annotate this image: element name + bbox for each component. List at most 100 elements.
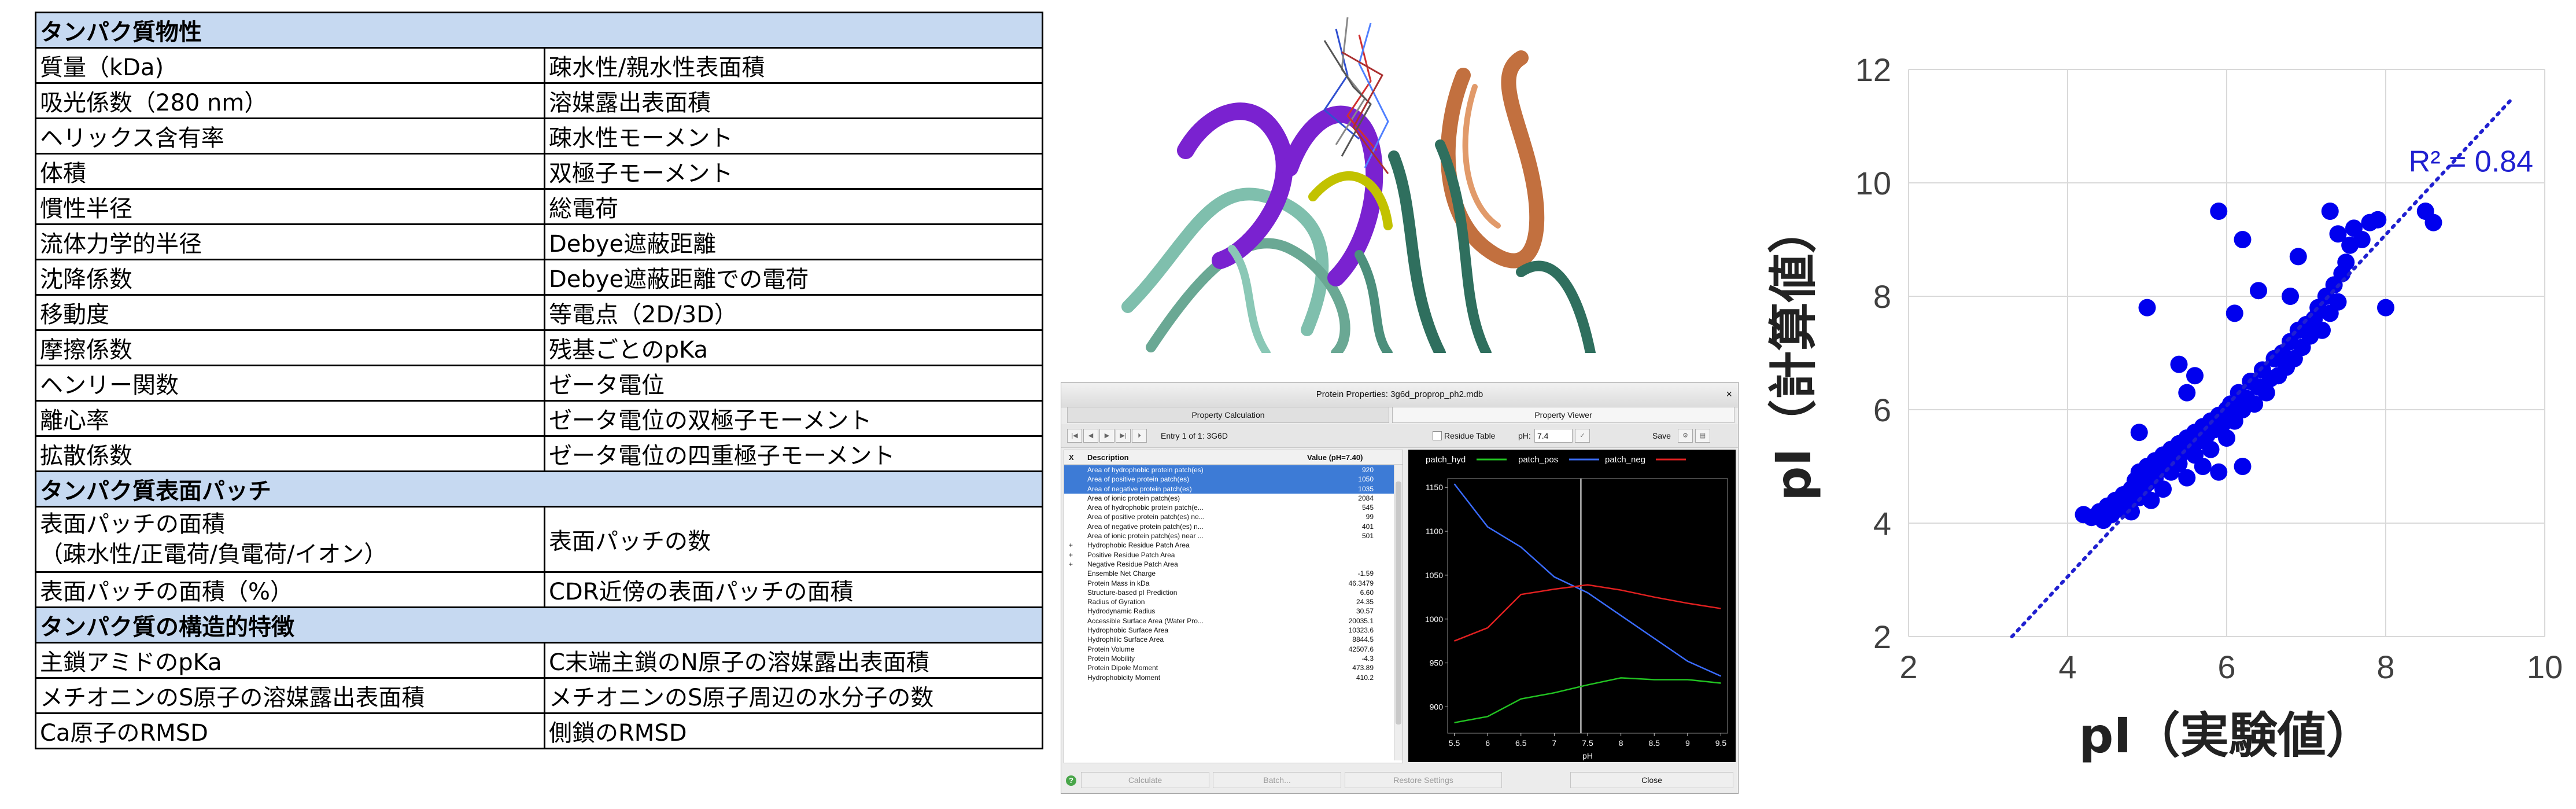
close-icon[interactable]: × [1726, 388, 1732, 400]
legend-label: patch_hyd [1426, 455, 1466, 465]
list-item[interactable]: Protein Mobility -4.3 [1064, 654, 1403, 663]
chart-background [1408, 450, 1736, 762]
checkmark-icon[interactable]: ✓ [1575, 429, 1590, 443]
item-value: 473.89 [1352, 664, 1374, 672]
item-description: Area of negative protein patch(es) n... [1087, 522, 1204, 531]
list-item[interactable]: Protein Volume 42507.6 [1064, 645, 1403, 654]
property-list: X Description Value (pH=7.40) Area of hy… [1064, 450, 1403, 763]
help-icon[interactable]: ? [1066, 775, 1076, 786]
export-icon[interactable]: ▤ [1695, 429, 1710, 443]
batch-button[interactable]: Batch... [1213, 772, 1341, 788]
list-scrollbar-thumb[interactable] [1396, 481, 1401, 725]
property-name: 流体力学的半径 [35, 223, 545, 260]
list-item[interactable]: Hydrophobic Surface Area 10323.6 [1064, 626, 1403, 635]
calculate-button[interactable]: Calculate [1081, 772, 1209, 788]
ph-input[interactable]: 7.4 [1534, 429, 1573, 443]
table-row: 表面パッチの面積 （疎水性/正電荷/負電荷/イオン） 表面パッチの数 [35, 506, 1043, 573]
item-value: 410.2 [1356, 673, 1374, 682]
expand-toggle[interactable]: + [1069, 550, 1073, 560]
item-description: Area of negative protein patch(es) [1087, 484, 1192, 493]
first-entry-button[interactable]: |◀ [1067, 429, 1082, 443]
table-row: ヘリックス含有率 疎水性モーメント [35, 117, 1043, 155]
y-tick-label: 8 [1873, 278, 1891, 315]
property-name: ヘンリー関数 [35, 365, 545, 402]
list-item[interactable]: Hydrophobicity Moment 410.2 [1064, 673, 1403, 682]
protein-properties-window: Protein Properties: 3g6d_proprop_ph2.mdb… [1061, 382, 1739, 794]
property-name: Debye遮蔽距離 [544, 223, 1043, 260]
item-value: 401 [1361, 522, 1374, 531]
table-row: 沈降係数 Debye遮蔽距離での電荷 [35, 259, 1043, 296]
item-value: 24.35 [1356, 598, 1374, 606]
item-value: 46.3479 [1348, 579, 1374, 587]
legend-label: patch_pos [1518, 455, 1558, 465]
list-item[interactable]: Area of ionic protein patch(es) 2084 [1064, 494, 1403, 503]
column-header-description[interactable]: Description [1087, 453, 1129, 462]
next-entry-button[interactable]: ▶ [1099, 429, 1114, 443]
y-tick-label: 10 [1855, 165, 1891, 201]
list-item[interactable]: Protein Dipole Moment 473.89 [1064, 663, 1403, 672]
section-header: タンパク質表面パッチ [35, 470, 1043, 508]
list-item[interactable]: + Positive Residue Patch Area [1064, 550, 1403, 560]
window-titlebar[interactable]: Protein Properties: 3g6d_proprop_ph2.mdb… [1061, 383, 1738, 407]
item-value: 20035.1 [1348, 616, 1374, 625]
list-item[interactable]: Structure-based pI Prediction 6.60 [1064, 588, 1403, 597]
y-tick-label: 1050 [1425, 571, 1443, 580]
item-description: Area of hydrophobic protein patch(es) [1087, 466, 1204, 474]
list-item[interactable]: Protein Mass in kDa 46.3479 [1064, 579, 1403, 588]
list-item[interactable]: + Hydrophobic Residue Patch Area [1064, 540, 1403, 550]
tab-property-viewer[interactable]: Property Viewer [1392, 407, 1734, 423]
data-point [2234, 458, 2252, 475]
item-description: Negative Residue Patch Area [1087, 560, 1178, 568]
property-name: 溶媒露出表面積 [544, 82, 1043, 119]
restore-settings-button[interactable]: Restore Settings [1345, 772, 1502, 788]
list-item[interactable]: + Negative Residue Patch Area [1064, 560, 1403, 569]
column-header-value[interactable]: Value (pH=7.40) [1307, 453, 1363, 462]
data-point [2226, 304, 2243, 322]
list-item[interactable]: Area of hydrophobic protein patch(e... 54… [1064, 503, 1403, 512]
expand-toggle[interactable]: + [1069, 540, 1073, 550]
item-value: 2084 [1358, 494, 1374, 502]
list-item[interactable]: Area of hydrophobic protein patch(es) 920 [1064, 465, 1403, 475]
list-item[interactable]: Ensemble Net Charge -1.59 [1064, 569, 1403, 578]
list-item[interactable]: Radius of Gyration 24.35 [1064, 597, 1403, 606]
residue-table-label: Residue Table [1444, 431, 1496, 440]
property-name: 質量（kDa) [35, 47, 545, 84]
x-tick-label: 5.5 [1449, 738, 1460, 748]
tab-property-calculation[interactable]: Property Calculation [1067, 407, 1389, 423]
table-row: 質量（kDa) 疎水性/親水性表面積 [35, 47, 1043, 84]
gear-icon[interactable]: ⚙ [1678, 429, 1693, 443]
data-point [2313, 321, 2331, 339]
data-point [2353, 231, 2371, 248]
list-scrollbar[interactable] [1394, 465, 1403, 760]
last-entry-button[interactable]: ▶| [1116, 429, 1131, 443]
list-item[interactable]: Hydrodynamic Radius 30.57 [1064, 606, 1403, 616]
property-name: 離心率 [35, 400, 545, 437]
property-name: ヘリックス含有率 [35, 117, 545, 155]
column-header-x[interactable]: X [1069, 453, 1074, 462]
list-item[interactable]: Hydrophilic Surface Area 8844.5 [1064, 635, 1403, 644]
table-row: 主鎖アミドのpKa C末端主鎖のN原子の溶媒露出表面積 [35, 642, 1043, 679]
previous-entry-button[interactable]: ◀ [1083, 429, 1098, 443]
x-tick-label: 7 [1552, 738, 1556, 748]
close-button[interactable]: Close [1570, 772, 1733, 788]
table-row: 離心率 ゼータ電位の双極子モーメント [35, 400, 1043, 437]
list-item[interactable]: Area of negative protein patch(es) n... 4… [1064, 522, 1403, 531]
list-item[interactable]: Area of positive protein patch(es) ne...… [1064, 512, 1403, 521]
property-name: 拡散係数 [35, 435, 545, 472]
list-item[interactable]: Area of ionic protein patch(es) near ...… [1064, 531, 1403, 540]
item-description: Ensemble Net Charge [1087, 569, 1156, 578]
property-name: メチオニンのS原子周辺の水分子の数 [544, 677, 1043, 714]
table-row: タンパク質物性 [35, 12, 1043, 49]
list-item[interactable]: Area of positive protein patch(es) 1050 [1064, 475, 1403, 484]
expand-toggle[interactable]: + [1069, 560, 1073, 569]
data-point [2329, 225, 2347, 243]
list-item[interactable]: Accessible Surface Area (Water Pro... 200… [1064, 616, 1403, 626]
list-item[interactable]: Area of negative protein patch(es) 1035 [1064, 484, 1403, 494]
save-button[interactable]: Save [1652, 431, 1671, 440]
play-icon[interactable]: ⏵ [1132, 429, 1147, 443]
item-value: -4.3 [1361, 654, 1374, 663]
property-name: 側鎖のRMSD [544, 712, 1043, 749]
residue-table-checkbox[interactable] [1433, 431, 1442, 440]
property-name: Debye遮蔽距離での電荷 [544, 259, 1043, 296]
item-description: Positive Residue Patch Area [1087, 550, 1175, 559]
